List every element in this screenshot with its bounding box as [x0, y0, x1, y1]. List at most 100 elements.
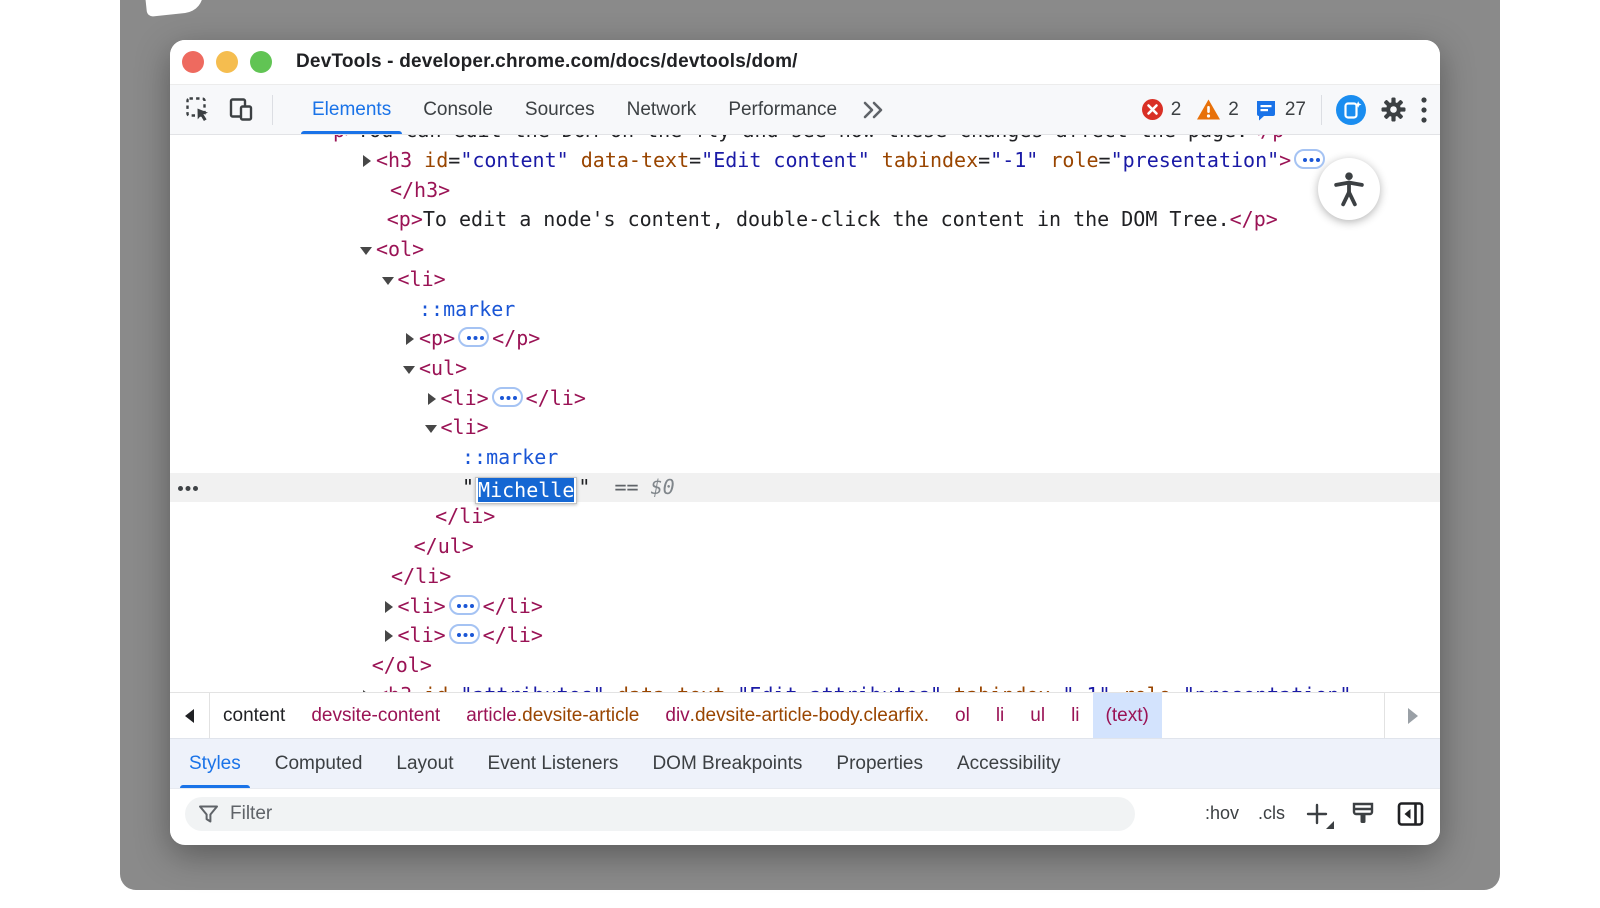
token-tag: </li>	[483, 623, 543, 647]
devtools-toolbar: ElementsConsoleSourcesNetworkPerformance…	[170, 85, 1440, 135]
dom-tree-node[interactable]: <p></p>	[170, 324, 1440, 354]
rendering-brush-icon[interactable]	[1349, 800, 1377, 828]
breadcrumb-scroll-right-button[interactable]	[1384, 693, 1440, 738]
sidebar-tab-properties[interactable]: Properties	[819, 739, 940, 788]
disclosure-down-arrow-icon[interactable]	[382, 271, 398, 287]
breadcrumb-bar: contentdevsite-contentarticle.devsite-ar…	[170, 692, 1440, 738]
dom-tree-node[interactable]: ::marker	[170, 295, 1440, 325]
breadcrumb-item[interactable]: content	[210, 693, 298, 738]
issues-count[interactable]: 27	[1285, 99, 1306, 121]
dom-tree-node[interactable]: p>You can edit the DOM on the fly and se…	[170, 135, 1440, 146]
maximize-window-button[interactable]	[250, 51, 272, 73]
breadcrumb-item[interactable]: ol	[942, 693, 983, 738]
dom-tree-node[interactable]: "Michelle" == $0	[170, 473, 1440, 503]
inspect-element-icon[interactable]	[185, 96, 212, 123]
dom-tree-node[interactable]: <ol>	[170, 235, 1440, 265]
disclosure-right-arrow-icon[interactable]	[382, 627, 398, 643]
breadcrumb-item[interactable]: article.devsite-article	[453, 693, 652, 738]
dom-tree-node[interactable]: <li></li>	[170, 592, 1440, 622]
token-plain: To edit a node's content, double-click t…	[423, 207, 1230, 231]
dom-tree-node[interactable]: </ol>	[170, 651, 1440, 681]
breadcrumb-item[interactable]: li	[983, 693, 1017, 738]
disclosure-right-arrow-icon[interactable]	[382, 598, 398, 614]
breadcrumb-item[interactable]: ul	[1017, 693, 1058, 738]
breadcrumb-item[interactable]: devsite-content	[298, 693, 453, 738]
device-ai-feature-icon[interactable]	[1335, 94, 1367, 126]
disclosure-right-arrow-icon[interactable]	[360, 687, 376, 692]
disclosure-right-arrow-icon[interactable]	[425, 390, 441, 406]
expand-ellipsis-button[interactable]	[449, 624, 480, 644]
tab-network[interactable]: Network	[611, 85, 713, 134]
window-title: DevTools - developer.chrome.com/docs/dev…	[296, 51, 798, 73]
chevron-left-icon	[185, 709, 194, 723]
breadcrumb-text: ul	[1030, 705, 1045, 727]
dom-tree-node[interactable]: <ul>	[170, 354, 1440, 384]
expand-ellipsis-button[interactable]	[449, 595, 480, 615]
warning-badge-icon[interactable]	[1196, 98, 1221, 121]
dom-tree-node[interactable]: <li>	[170, 413, 1440, 443]
tab-sources[interactable]: Sources	[509, 85, 611, 134]
disclosure-down-arrow-icon[interactable]	[403, 360, 419, 376]
breadcrumb-scroll-left-button[interactable]	[170, 693, 210, 738]
disclosure-right-arrow-icon[interactable]	[403, 330, 419, 346]
toggle-sidebar-panel-icon[interactable]	[1396, 800, 1425, 828]
token-tag: <ol>	[376, 237, 424, 261]
dom-tree-node[interactable]: </h3>	[170, 176, 1440, 206]
tab-elements[interactable]: Elements	[296, 85, 407, 134]
token-pseudo: ::marker	[462, 445, 558, 469]
expand-ellipsis-button[interactable]	[492, 387, 523, 407]
sidebar-tab-layout[interactable]: Layout	[379, 739, 470, 788]
breadcrumb-item[interactable]: li	[1058, 693, 1092, 738]
dom-tree-node[interactable]: <h3 id="attributes" data-text="Edit attr…	[170, 681, 1440, 692]
close-window-button[interactable]	[182, 51, 204, 73]
tab-console[interactable]: Console	[407, 85, 509, 134]
dom-tree-node[interactable]: </li>	[170, 502, 1440, 532]
token-plain	[1111, 683, 1123, 692]
breadcrumb-item[interactable]: (text)	[1093, 693, 1162, 738]
disclosure-down-arrow-icon[interactable]	[360, 241, 376, 257]
sidebar-tab-styles[interactable]: Styles	[172, 739, 258, 788]
dom-tree-node[interactable]: </ul>	[170, 532, 1440, 562]
settings-gear-icon[interactable]	[1380, 96, 1407, 123]
node-options-dots-icon[interactable]	[178, 486, 183, 491]
tab-performance[interactable]: Performance	[712, 85, 853, 134]
token-plain: =	[1099, 148, 1111, 172]
new-style-rule-button[interactable]	[1304, 801, 1330, 827]
status-divider	[1321, 95, 1322, 125]
sidebar-tab-event-listeners[interactable]: Event Listeners	[470, 739, 635, 788]
token-attr: role	[1050, 148, 1098, 172]
sidebar-tab-accessibility[interactable]: Accessibility	[940, 739, 1077, 788]
disclosure-right-arrow-icon[interactable]	[360, 152, 376, 168]
dom-tree-node[interactable]: <p>To edit a node's content, double-clic…	[170, 205, 1440, 235]
expand-ellipsis-button[interactable]	[458, 327, 489, 347]
inline-edit-box[interactable]: Michelle	[475, 477, 577, 504]
styles-filter-input[interactable]: Filter	[185, 797, 1135, 831]
issues-badge-icon[interactable]	[1254, 98, 1278, 122]
error-count[interactable]: 2	[1171, 99, 1182, 121]
more-tabs-chevron-icon[interactable]	[853, 99, 893, 121]
error-badge-icon[interactable]	[1141, 98, 1164, 121]
token-plain: =	[689, 148, 701, 172]
expand-ellipsis-button[interactable]	[1294, 149, 1325, 169]
dom-tree-node[interactable]: ::marker	[170, 443, 1440, 473]
disclosure-down-arrow-icon[interactable]	[425, 419, 441, 435]
warning-count[interactable]: 2	[1228, 99, 1239, 121]
dom-tree-node[interactable]: <h3 id="content" data-text="Edit content…	[170, 146, 1440, 176]
dom-tree-node[interactable]: <li>	[170, 265, 1440, 295]
token-tag: <p>	[387, 207, 423, 231]
sidebar-tab-dom-breakpoints[interactable]: DOM Breakpoints	[635, 739, 819, 788]
sidebar-tab-computed[interactable]: Computed	[258, 739, 380, 788]
breadcrumb-text: li	[1071, 705, 1079, 727]
dom-tree-node[interactable]: </li>	[170, 562, 1440, 592]
token-tag: </li>	[391, 564, 451, 588]
device-toolbar-icon[interactable]	[228, 96, 256, 123]
toolbar-divider	[272, 95, 273, 125]
dom-tree-node[interactable]: <li></li>	[170, 384, 1440, 414]
toggle-hover-state-button[interactable]: :hov	[1205, 803, 1239, 824]
breadcrumb-item[interactable]: div.devsite-article-body.clearfix.	[652, 693, 942, 738]
dom-tree-node[interactable]: <li></li>	[170, 621, 1440, 651]
kebab-menu-icon[interactable]	[1420, 96, 1428, 124]
minimize-window-button[interactable]	[216, 51, 238, 73]
toggle-class-button[interactable]: .cls	[1258, 803, 1285, 824]
token-plain	[942, 683, 954, 692]
